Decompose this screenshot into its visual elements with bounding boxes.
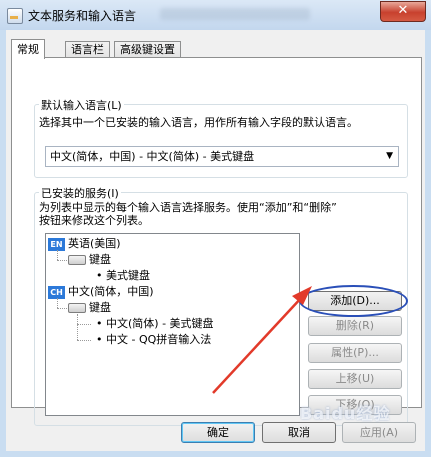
default-language-label: 默认输入语言(L) [39,97,124,113]
tree-item-keyboard-ch[interactable]: 键盘 [68,300,111,315]
installed-services-description-line1: 为列表中显示的每个输入语言选择服务。使用“添加”和“删除” [39,201,337,214]
tree-item-label: 美式键盘 [106,269,150,282]
keyboard-icon [68,303,86,313]
ok-button[interactable]: 确定 [181,422,255,443]
bullet-icon: • [96,317,103,330]
installed-services-description-line2: 按钮来修改这个列表。 [39,214,149,227]
window-title: 文本服务和输入语言 [28,9,137,23]
tree-item-qq-pinyin[interactable]: • 中文 - QQ拼音输入法 [96,332,211,347]
tree-connector [57,260,67,261]
bullet-icon: • [96,269,103,282]
tree-connector [77,324,91,325]
tree-connector [57,250,58,260]
dialog-client: 常规 语言栏 高级键设置 默认输入语言(L) 选择其中一个已安装的输入语言，用作… [6,30,425,451]
add-button[interactable]: 添加(D)... [308,291,402,311]
default-language-value: 中文(简体，中国) - 中文(简体) - 美式键盘 [50,150,255,163]
default-language-description: 选择其中一个已安装的输入语言，用作所有输入字段的默认语言。 [39,116,358,129]
tree-item-keyboard-en[interactable]: 键盘 [68,252,111,267]
close-button[interactable]: ✕ [380,1,426,22]
tree-item-label: 中文(简体) - 美式键盘 [106,317,214,330]
default-language-select[interactable]: 中文(简体，中国) - 中文(简体) - 美式键盘 ▼ [45,146,399,167]
tab-advanced-key-settings[interactable]: 高级键设置 [114,41,181,58]
tree-item-label: 键盘 [89,253,111,266]
tree-item-chinese-us-keyboard[interactable]: • 中文(简体) - 美式键盘 [96,316,214,331]
title-bar: 文本服务和输入语言 ✕ [0,0,431,30]
tree-connector [77,314,78,340]
ch-language-icon: CH [48,285,65,299]
keyboard-icon [68,255,86,265]
tab-language-bar[interactable]: 语言栏 [65,41,110,58]
app-icon [7,8,23,24]
tab-panel-general: 默认输入语言(L) 选择其中一个已安装的输入语言，用作所有输入字段的默认语言。 … [11,57,422,426]
tree-item-label: 英语(美国) [68,237,121,250]
tree-item-label: 中文(简体，中国) [68,285,154,298]
move-up-button[interactable]: 上移(U) [308,369,402,389]
tree-connector [57,298,58,308]
move-down-button[interactable]: 下移(O) [308,395,402,415]
tree-connector [77,340,91,341]
cancel-button[interactable]: 取消 [262,422,336,443]
en-language-icon: EN [48,237,65,251]
tree-item-label: 键盘 [89,301,111,314]
bullet-icon: • [96,333,103,346]
tab-general[interactable]: 常规 [11,39,45,59]
tree-item-chinese-simplified[interactable]: CH 中文(简体，中国) [48,284,154,299]
blurred-region [160,8,310,20]
tree-item-label: 中文 - QQ拼音输入法 [106,333,212,346]
remove-button[interactable]: 删除(R) [308,316,402,336]
installed-services-tree[interactable]: EN 英语(美国) 键盘 • 美式键盘 CH 中文(简体，中国) 键盘 • 中文(简 [45,233,300,416]
tree-connector [57,308,67,309]
tree-item-us-keyboard[interactable]: • 美式键盘 [96,268,150,283]
properties-button[interactable]: 属性(P)... [308,343,402,363]
tree-item-english-us[interactable]: EN 英语(美国) [48,236,121,251]
installed-services-label: 已安装的服务(I) [39,185,121,201]
chevron-down-icon[interactable]: ▼ [386,147,393,166]
apply-button[interactable]: 应用(A) [342,422,416,443]
